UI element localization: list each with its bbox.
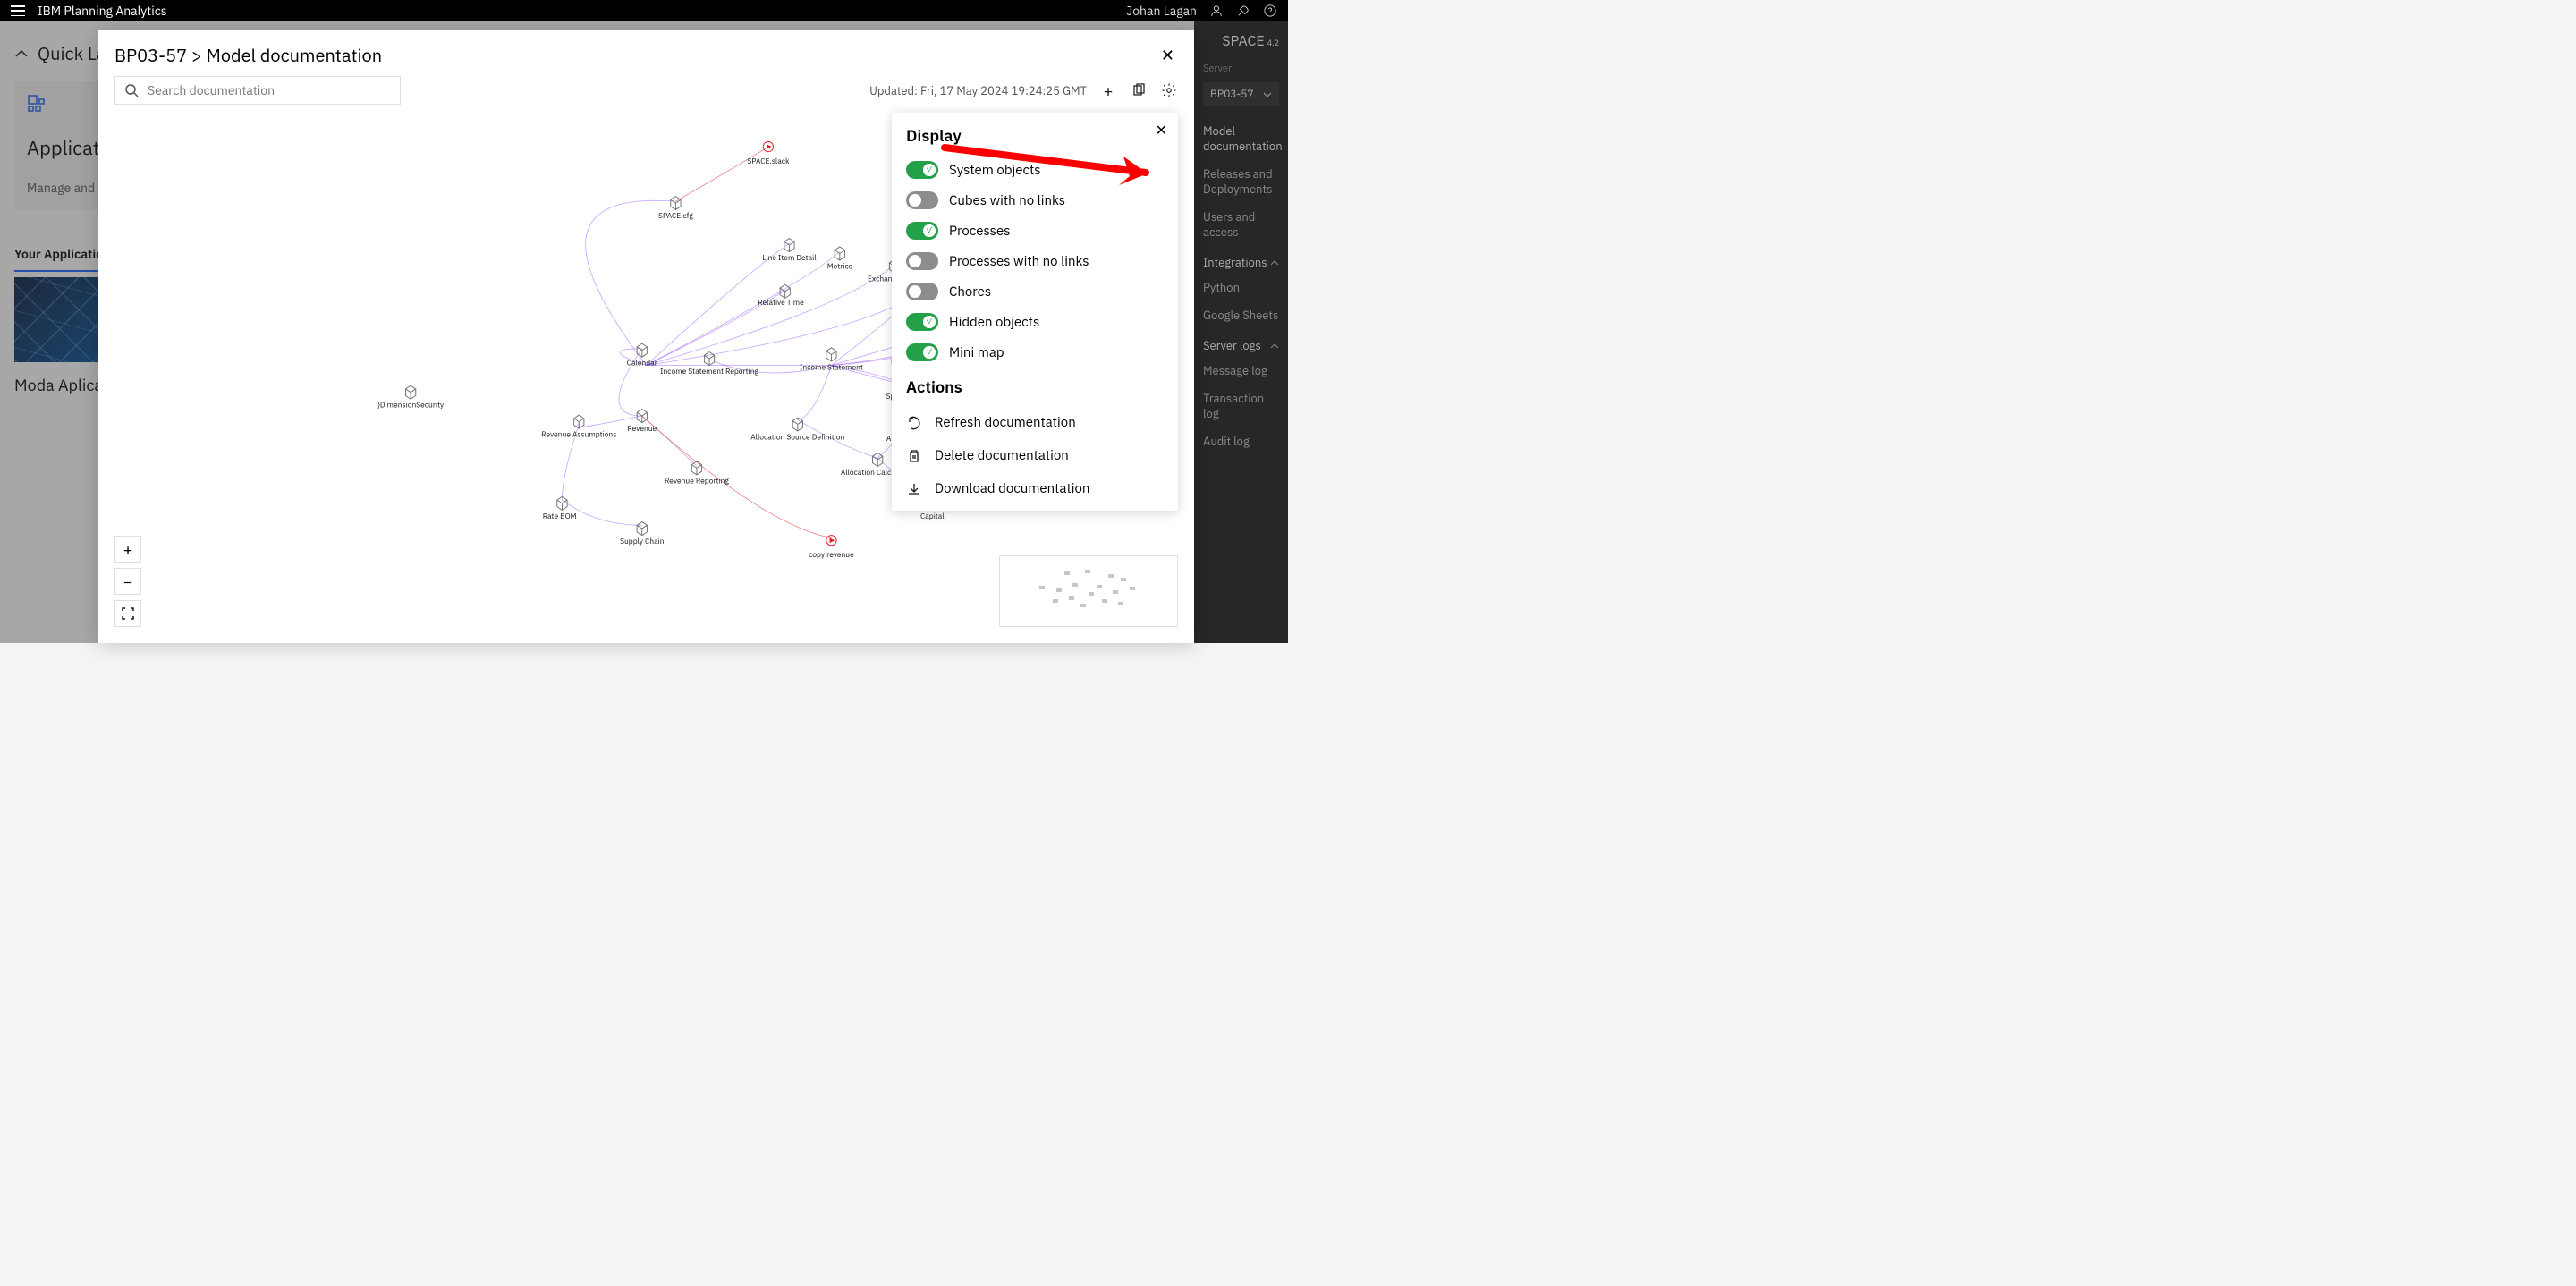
- toggle-label: System objects: [949, 162, 1041, 179]
- toggle-row-chores: Chores: [906, 276, 1164, 307]
- toggle-chores[interactable]: [906, 283, 938, 300]
- header-right-group: Johan Lagan: [1126, 3, 1277, 19]
- action-label: Refresh documentation: [935, 414, 1076, 431]
- actions-heading: Actions: [906, 376, 1164, 397]
- toggle-row-processes-no-links: Processes with no links: [906, 246, 1164, 276]
- updated-timestamp: Updated: Fri, 17 May 2024 19:24:25 GMT: [869, 83, 1087, 98]
- toggle-row-cubes-no-links: Cubes with no links: [906, 185, 1164, 216]
- action-download[interactable]: Download documentation: [906, 472, 1164, 505]
- modal-header: BP03-57 > Model documentation ✕: [98, 30, 1194, 76]
- help-icon[interactable]: [1263, 4, 1277, 18]
- toggle-row-mini-map: ✓ Mini map: [906, 337, 1164, 368]
- node-copy-revenue[interactable]: copy revenue: [809, 550, 854, 560]
- user-name-label: Johan Lagan: [1126, 3, 1197, 19]
- node-income-statement[interactable]: Income Statement: [800, 362, 863, 372]
- fullscreen-button[interactable]: [114, 600, 141, 627]
- node-rate-bom[interactable]: Rate BOM: [543, 512, 577, 521]
- toggle-processes-no-links[interactable]: [906, 252, 938, 270]
- toggle-label: Processes with no links: [949, 253, 1089, 270]
- download-icon: [906, 481, 922, 497]
- toggle-label: Mini map: [949, 344, 1004, 361]
- action-delete[interactable]: Delete documentation: [906, 439, 1164, 472]
- node-metrics[interactable]: Metrics: [827, 261, 852, 271]
- toggle-mini-map[interactable]: ✓: [906, 343, 938, 361]
- user-icon[interactable]: [1209, 4, 1224, 18]
- action-label: Delete documentation: [935, 447, 1069, 464]
- toggle-system-objects[interactable]: ✓: [906, 161, 938, 179]
- settings-panel: ✕ Display ✓ System objects Cubes with no…: [892, 113, 1178, 511]
- close-modal-button[interactable]: ✕: [1157, 41, 1178, 69]
- node-line-item-detail[interactable]: Line Item Detail: [762, 253, 817, 263]
- search-input[interactable]: [148, 82, 391, 98]
- node-space-cfg[interactable]: SPACE.cfg: [658, 211, 693, 221]
- node-space-slack[interactable]: SPACE.slack: [747, 157, 790, 166]
- node-revenue-assumptions[interactable]: Revenue Assumptions: [541, 430, 616, 440]
- hamburger-menu-icon[interactable]: [11, 5, 25, 16]
- node-dimension-security[interactable]: }DimensionSecurity: [377, 401, 445, 410]
- node-supply-chain[interactable]: Supply Chain: [620, 537, 665, 546]
- toggle-label: Hidden objects: [949, 314, 1039, 331]
- node-calendar[interactable]: Calendar: [627, 359, 657, 368]
- add-button[interactable]: +: [1099, 81, 1117, 99]
- node-capital[interactable]: Capital: [920, 512, 945, 521]
- top-header: IBM Planning Analytics Johan Lagan: [0, 0, 1288, 21]
- toggle-label: Chores: [949, 283, 991, 300]
- settings-icon[interactable]: [1160, 81, 1178, 99]
- node-relative-time[interactable]: Relative Time: [758, 298, 804, 308]
- trash-icon: [906, 448, 922, 464]
- action-label: Download documentation: [935, 480, 1089, 497]
- search-box[interactable]: [114, 76, 401, 105]
- refresh-icon: [906, 415, 922, 431]
- zoom-in-button[interactable]: +: [114, 536, 141, 563]
- mini-map[interactable]: [999, 555, 1178, 627]
- toggle-row-system-objects: ✓ System objects: [906, 155, 1164, 185]
- toggle-hidden-objects[interactable]: ✓: [906, 313, 938, 331]
- zoom-out-button[interactable]: −: [114, 568, 141, 595]
- node-allocation-source-definition[interactable]: Allocation Source Definition: [750, 432, 844, 442]
- model-documentation-modal: BP03-57 > Model documentation ✕ Updated:…: [98, 30, 1194, 643]
- toggle-row-hidden-objects: ✓ Hidden objects: [906, 307, 1164, 337]
- settings-close-button[interactable]: ✕: [1156, 122, 1167, 140]
- rocket-icon[interactable]: [1236, 4, 1250, 18]
- search-icon: [124, 83, 139, 97]
- toggle-cubes-no-links[interactable]: [906, 191, 938, 209]
- action-refresh[interactable]: Refresh documentation: [906, 406, 1164, 439]
- modal-title: BP03-57 > Model documentation: [114, 43, 382, 67]
- node-income-statement-reporting[interactable]: Income Statement Reporting: [660, 367, 758, 376]
- toggle-label: Processes: [949, 223, 1011, 240]
- product-name: IBM Planning Analytics: [38, 3, 167, 19]
- node-revenue-reporting[interactable]: Revenue Reporting: [665, 476, 729, 486]
- zoom-controls: + −: [114, 536, 141, 627]
- mini-map-content: [1007, 563, 1170, 619]
- toggle-label: Cubes with no links: [949, 192, 1065, 209]
- node-revenue[interactable]: Revenue: [627, 424, 657, 434]
- copy-icon[interactable]: [1130, 81, 1148, 99]
- display-heading: Display: [906, 125, 1164, 146]
- toggle-row-processes: ✓ Processes: [906, 216, 1164, 246]
- toggle-processes[interactable]: ✓: [906, 222, 938, 240]
- modal-toolbar: Updated: Fri, 17 May 2024 19:24:25 GMT +: [98, 76, 1194, 105]
